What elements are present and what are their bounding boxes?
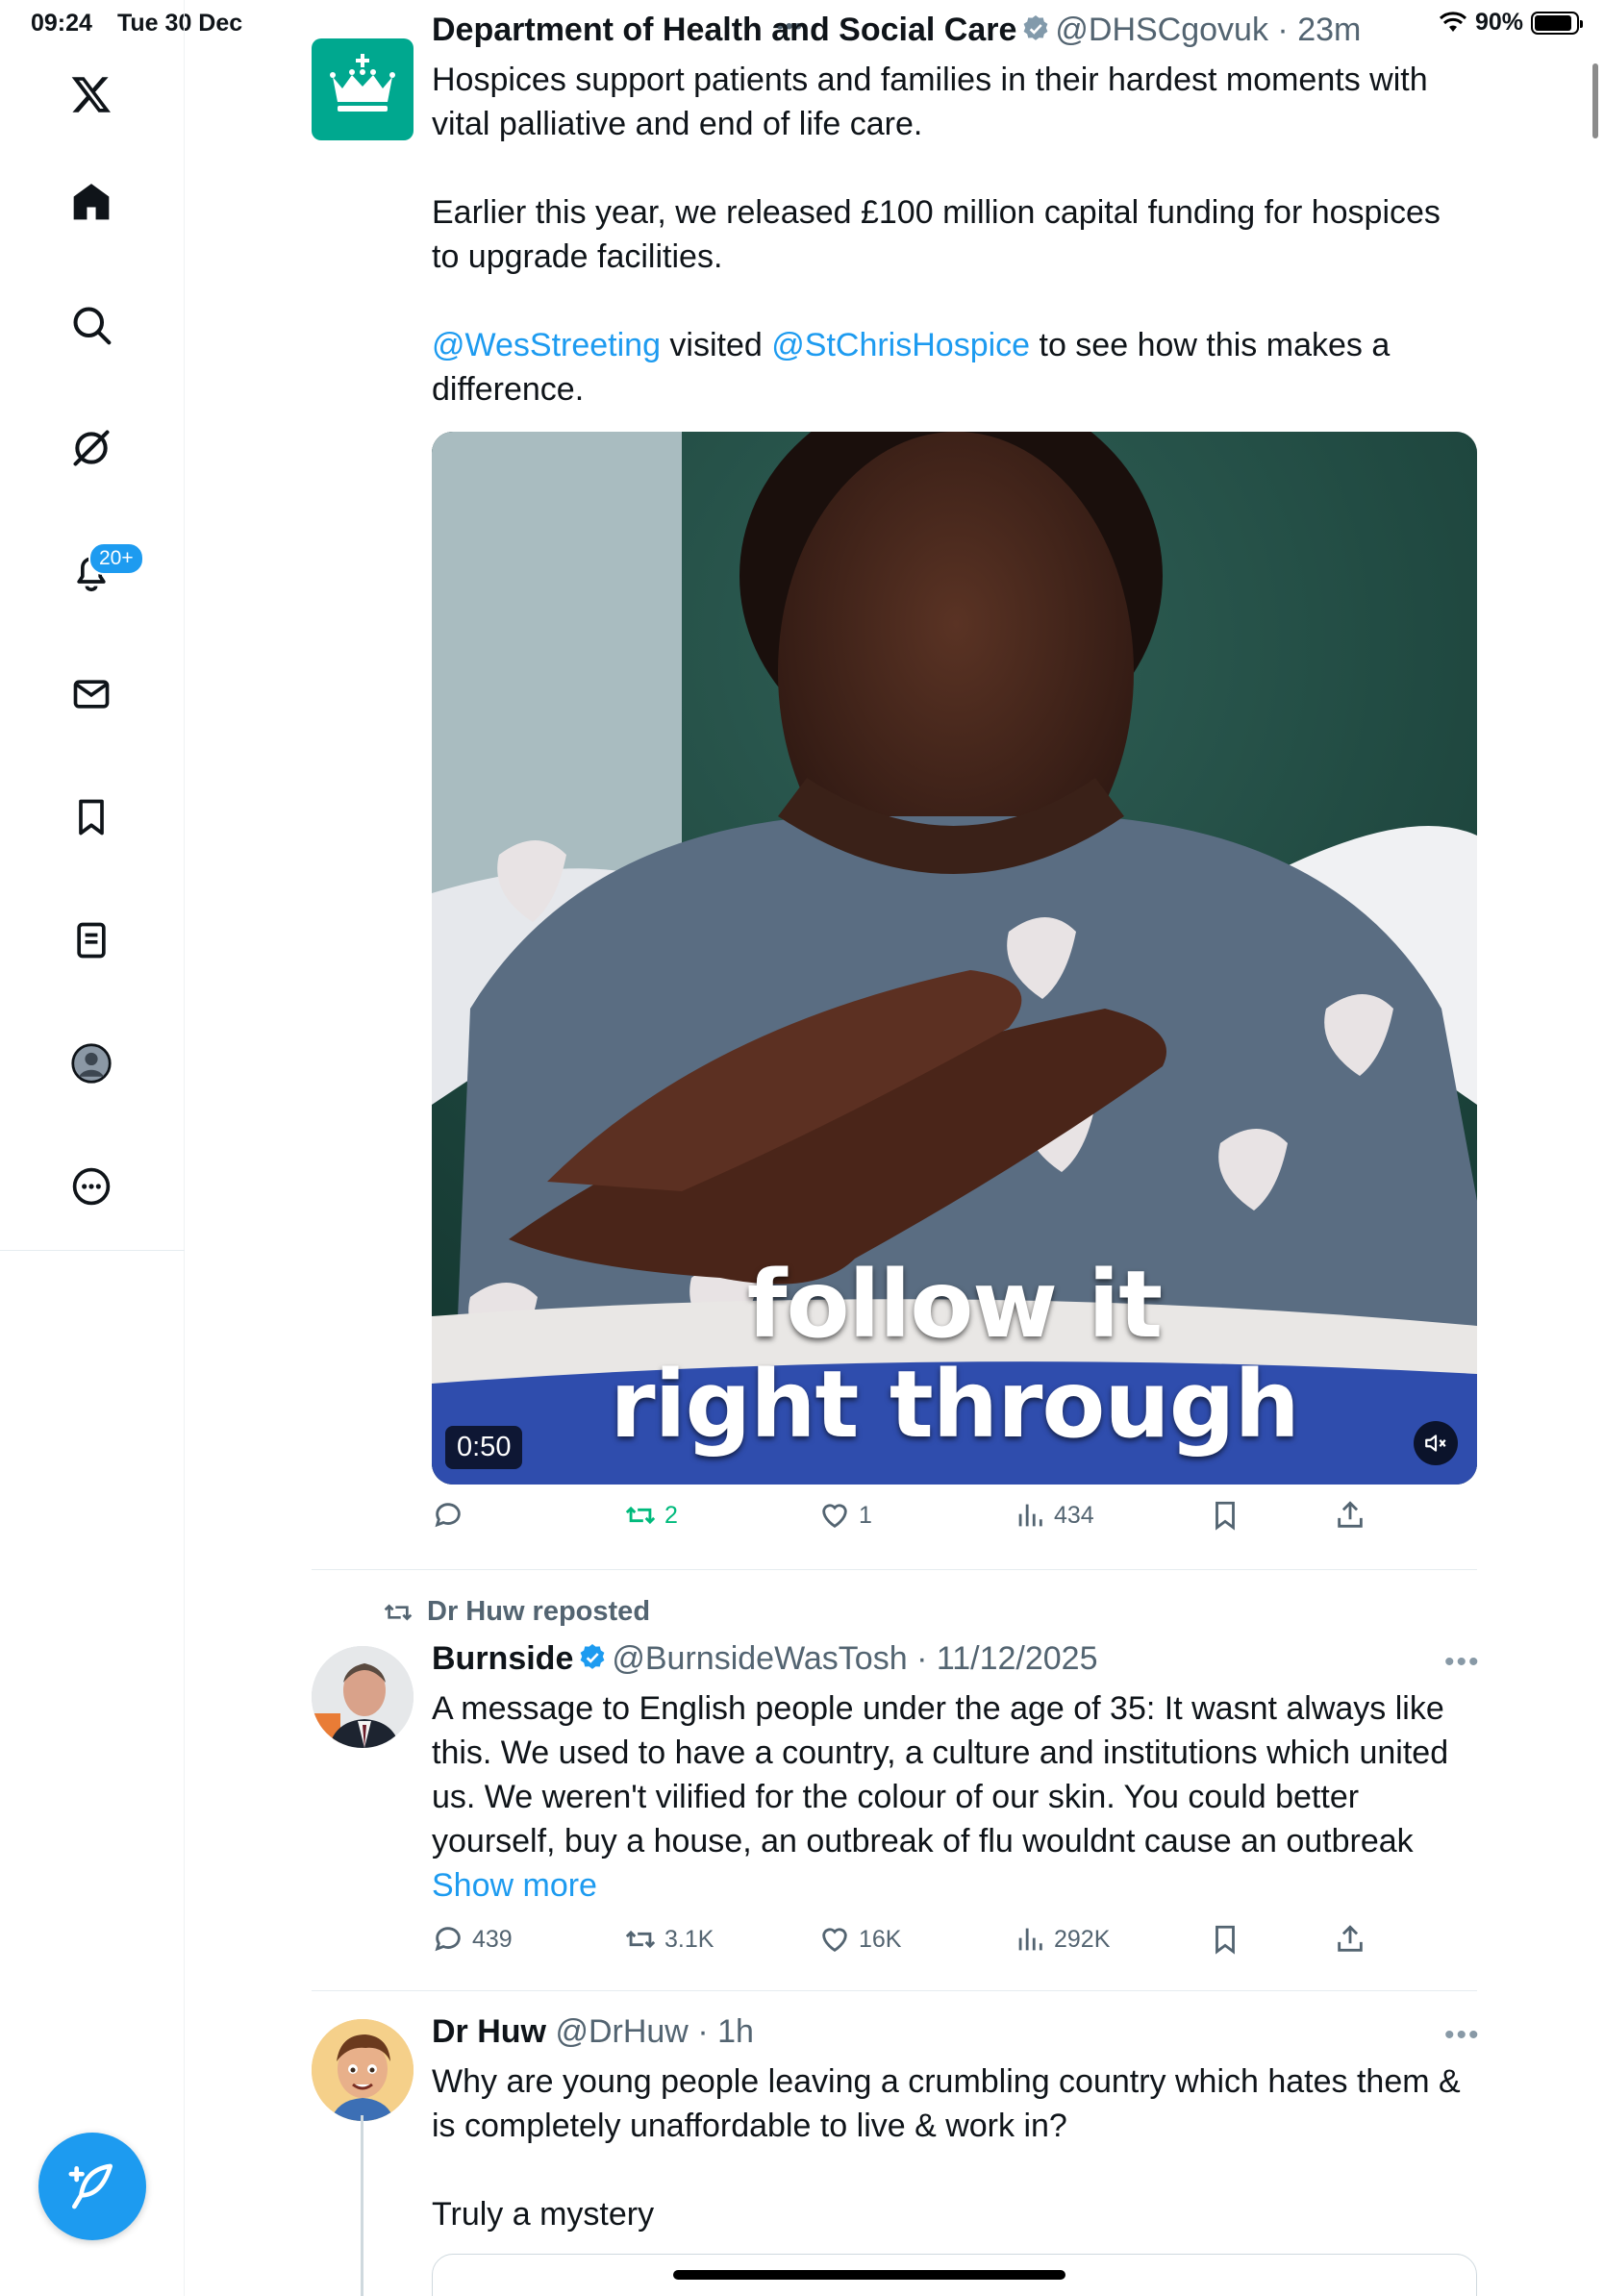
bookmark-button[interactable] bbox=[1209, 1499, 1241, 1532]
tweet-actions: 2 1 434 bbox=[432, 1499, 1374, 1547]
battery-percent: 90% bbox=[1474, 9, 1523, 36]
scrollbar-thumb[interactable] bbox=[1592, 63, 1598, 138]
reply-button[interactable]: 439 bbox=[432, 1923, 513, 1956]
bookmark-icon bbox=[1216, 1501, 1235, 1531]
tweet-actions: 439 3.1K 16K 292K bbox=[432, 1923, 1374, 1971]
dhsc-avatar[interactable] bbox=[312, 38, 414, 140]
tweet-paragraph: Earlier this year, we released £100 mill… bbox=[432, 194, 1441, 275]
grok-icon[interactable] bbox=[61, 417, 122, 479]
tweet-header: Burnside @BurnsideWasTosh · 11/12/2025 bbox=[432, 1640, 1098, 1677]
sidebar-nav: 20+ bbox=[0, 0, 185, 2296]
crown-logo-icon bbox=[330, 54, 395, 112]
home-icon[interactable] bbox=[61, 171, 122, 233]
share-button[interactable] bbox=[1334, 1499, 1366, 1532]
mute-button[interactable] bbox=[1414, 1421, 1458, 1465]
views-button[interactable]: 292K bbox=[1014, 1923, 1110, 1956]
tweet-header: Department of Health and Social Care @DHS… bbox=[432, 12, 1362, 48]
repost-button[interactable]: 3.1K bbox=[624, 1923, 714, 1956]
tweet-time[interactable]: 1h bbox=[717, 2013, 754, 2050]
verified-icon bbox=[580, 1644, 605, 1669]
mail-icon[interactable] bbox=[61, 663, 122, 725]
tweet-text: Hospices support patients and families i… bbox=[432, 58, 1470, 412]
repost-icon bbox=[384, 1603, 413, 1621]
tweet-time[interactable]: 11/12/2025 bbox=[937, 1640, 1098, 1677]
like-button[interactable]: 16K bbox=[818, 1923, 901, 1956]
video-duration: 0:50 bbox=[445, 1426, 523, 1469]
show-more-link[interactable]: Show more bbox=[432, 1867, 597, 1904]
reposted-by: Dr Huw reposted bbox=[427, 1596, 651, 1627]
verified-icon bbox=[1023, 15, 1048, 40]
avatar-cartoon bbox=[312, 2019, 414, 2121]
sidebar-divider bbox=[0, 1250, 185, 1251]
like-icon bbox=[822, 1928, 847, 1953]
drhuw-avatar[interactable] bbox=[312, 2019, 414, 2121]
like-button[interactable]: 1 bbox=[818, 1499, 872, 1532]
bookmark-icon bbox=[1216, 1925, 1235, 1955]
share-icon bbox=[1338, 1501, 1363, 1528]
mention-link[interactable]: @StChrisHospice bbox=[771, 327, 1030, 363]
bookmark-icon[interactable] bbox=[61, 786, 122, 848]
reply-icon bbox=[435, 1927, 461, 1952]
author-handle[interactable]: @BurnsideWasTosh bbox=[612, 1640, 907, 1677]
author-name[interactable]: Dr Huw bbox=[432, 2013, 546, 2050]
compose-button[interactable] bbox=[38, 2133, 146, 2240]
more-icon[interactable] bbox=[61, 1156, 122, 1217]
share-icon bbox=[1338, 1925, 1363, 1952]
tweet-time[interactable]: 23m bbox=[1297, 12, 1361, 48]
share-button[interactable] bbox=[1334, 1923, 1366, 1956]
tweet-paragraph: @WesStreeting visited @StChrisHospice to… bbox=[432, 327, 1391, 408]
home-indicator[interactable] bbox=[673, 2270, 1065, 2280]
repost-icon bbox=[625, 1506, 656, 1525]
battery-icon bbox=[1531, 11, 1583, 35]
author-name[interactable]: Department of Health and Social Care bbox=[432, 12, 1016, 48]
tweet-header: Dr Huw @DrHuw · 1h bbox=[432, 2013, 754, 2050]
mention-link[interactable]: @WesStreeting bbox=[432, 327, 661, 363]
tweet-burnside[interactable]: Burnside @BurnsideWasTosh · 11/12/2025 ••… bbox=[312, 1635, 1479, 1923]
tweet-text: A message to English people under the ag… bbox=[432, 1690, 1449, 1904]
search-icon[interactable] bbox=[61, 294, 122, 356]
video-caption-line2: right through bbox=[610, 1351, 1300, 1459]
author-name[interactable]: Burnside bbox=[432, 1640, 573, 1677]
author-handle[interactable]: @DrHuw bbox=[555, 2013, 688, 2050]
like-icon bbox=[822, 1504, 847, 1529]
notifications-badge: 20+ bbox=[88, 542, 144, 575]
tweet-divider bbox=[312, 1569, 1477, 1570]
more-options-icon[interactable]: ••• bbox=[1444, 2019, 1481, 2052]
author-handle[interactable]: @DHSCgovuk bbox=[1055, 12, 1268, 48]
mute-icon bbox=[1425, 1435, 1446, 1452]
tweet-paragraph: Hospices support patients and families i… bbox=[432, 62, 1428, 142]
repost-button[interactable]: 2 bbox=[624, 1499, 678, 1532]
repost-indicator[interactable]: Dr Huw reposted bbox=[383, 1596, 650, 1628]
thread-line bbox=[361, 2115, 363, 2296]
tweet-paragraph: Truly a mystery bbox=[432, 2196, 655, 2233]
tweet-text: Why are young people leaving a crumbling… bbox=[432, 2059, 1470, 2236]
x-logo-icon[interactable] bbox=[61, 63, 122, 125]
views-button[interactable]: 434 bbox=[1014, 1499, 1094, 1532]
list-icon[interactable] bbox=[61, 910, 122, 971]
reply-icon bbox=[435, 1503, 461, 1528]
burnside-avatar[interactable] bbox=[312, 1646, 414, 1748]
more-options-icon[interactable]: ••• bbox=[1444, 1646, 1481, 1679]
tweet-paragraph: Why are young people leaving a crumbling… bbox=[432, 2063, 1461, 2144]
views-icon bbox=[1018, 1504, 1042, 1527]
reply-button[interactable] bbox=[432, 1499, 472, 1532]
video-caption-line1: follow it bbox=[746, 1251, 1163, 1359]
tweet-divider bbox=[312, 1990, 1477, 1991]
avatar-photo bbox=[312, 1646, 414, 1748]
bookmark-button[interactable] bbox=[1209, 1923, 1241, 1956]
views-icon bbox=[1018, 1928, 1042, 1951]
profile-icon[interactable] bbox=[61, 1033, 122, 1094]
compose-icon bbox=[68, 2163, 113, 2209]
repost-icon bbox=[625, 1930, 656, 1949]
video-player[interactable]: follow it right through 0:50 bbox=[432, 432, 1477, 1485]
